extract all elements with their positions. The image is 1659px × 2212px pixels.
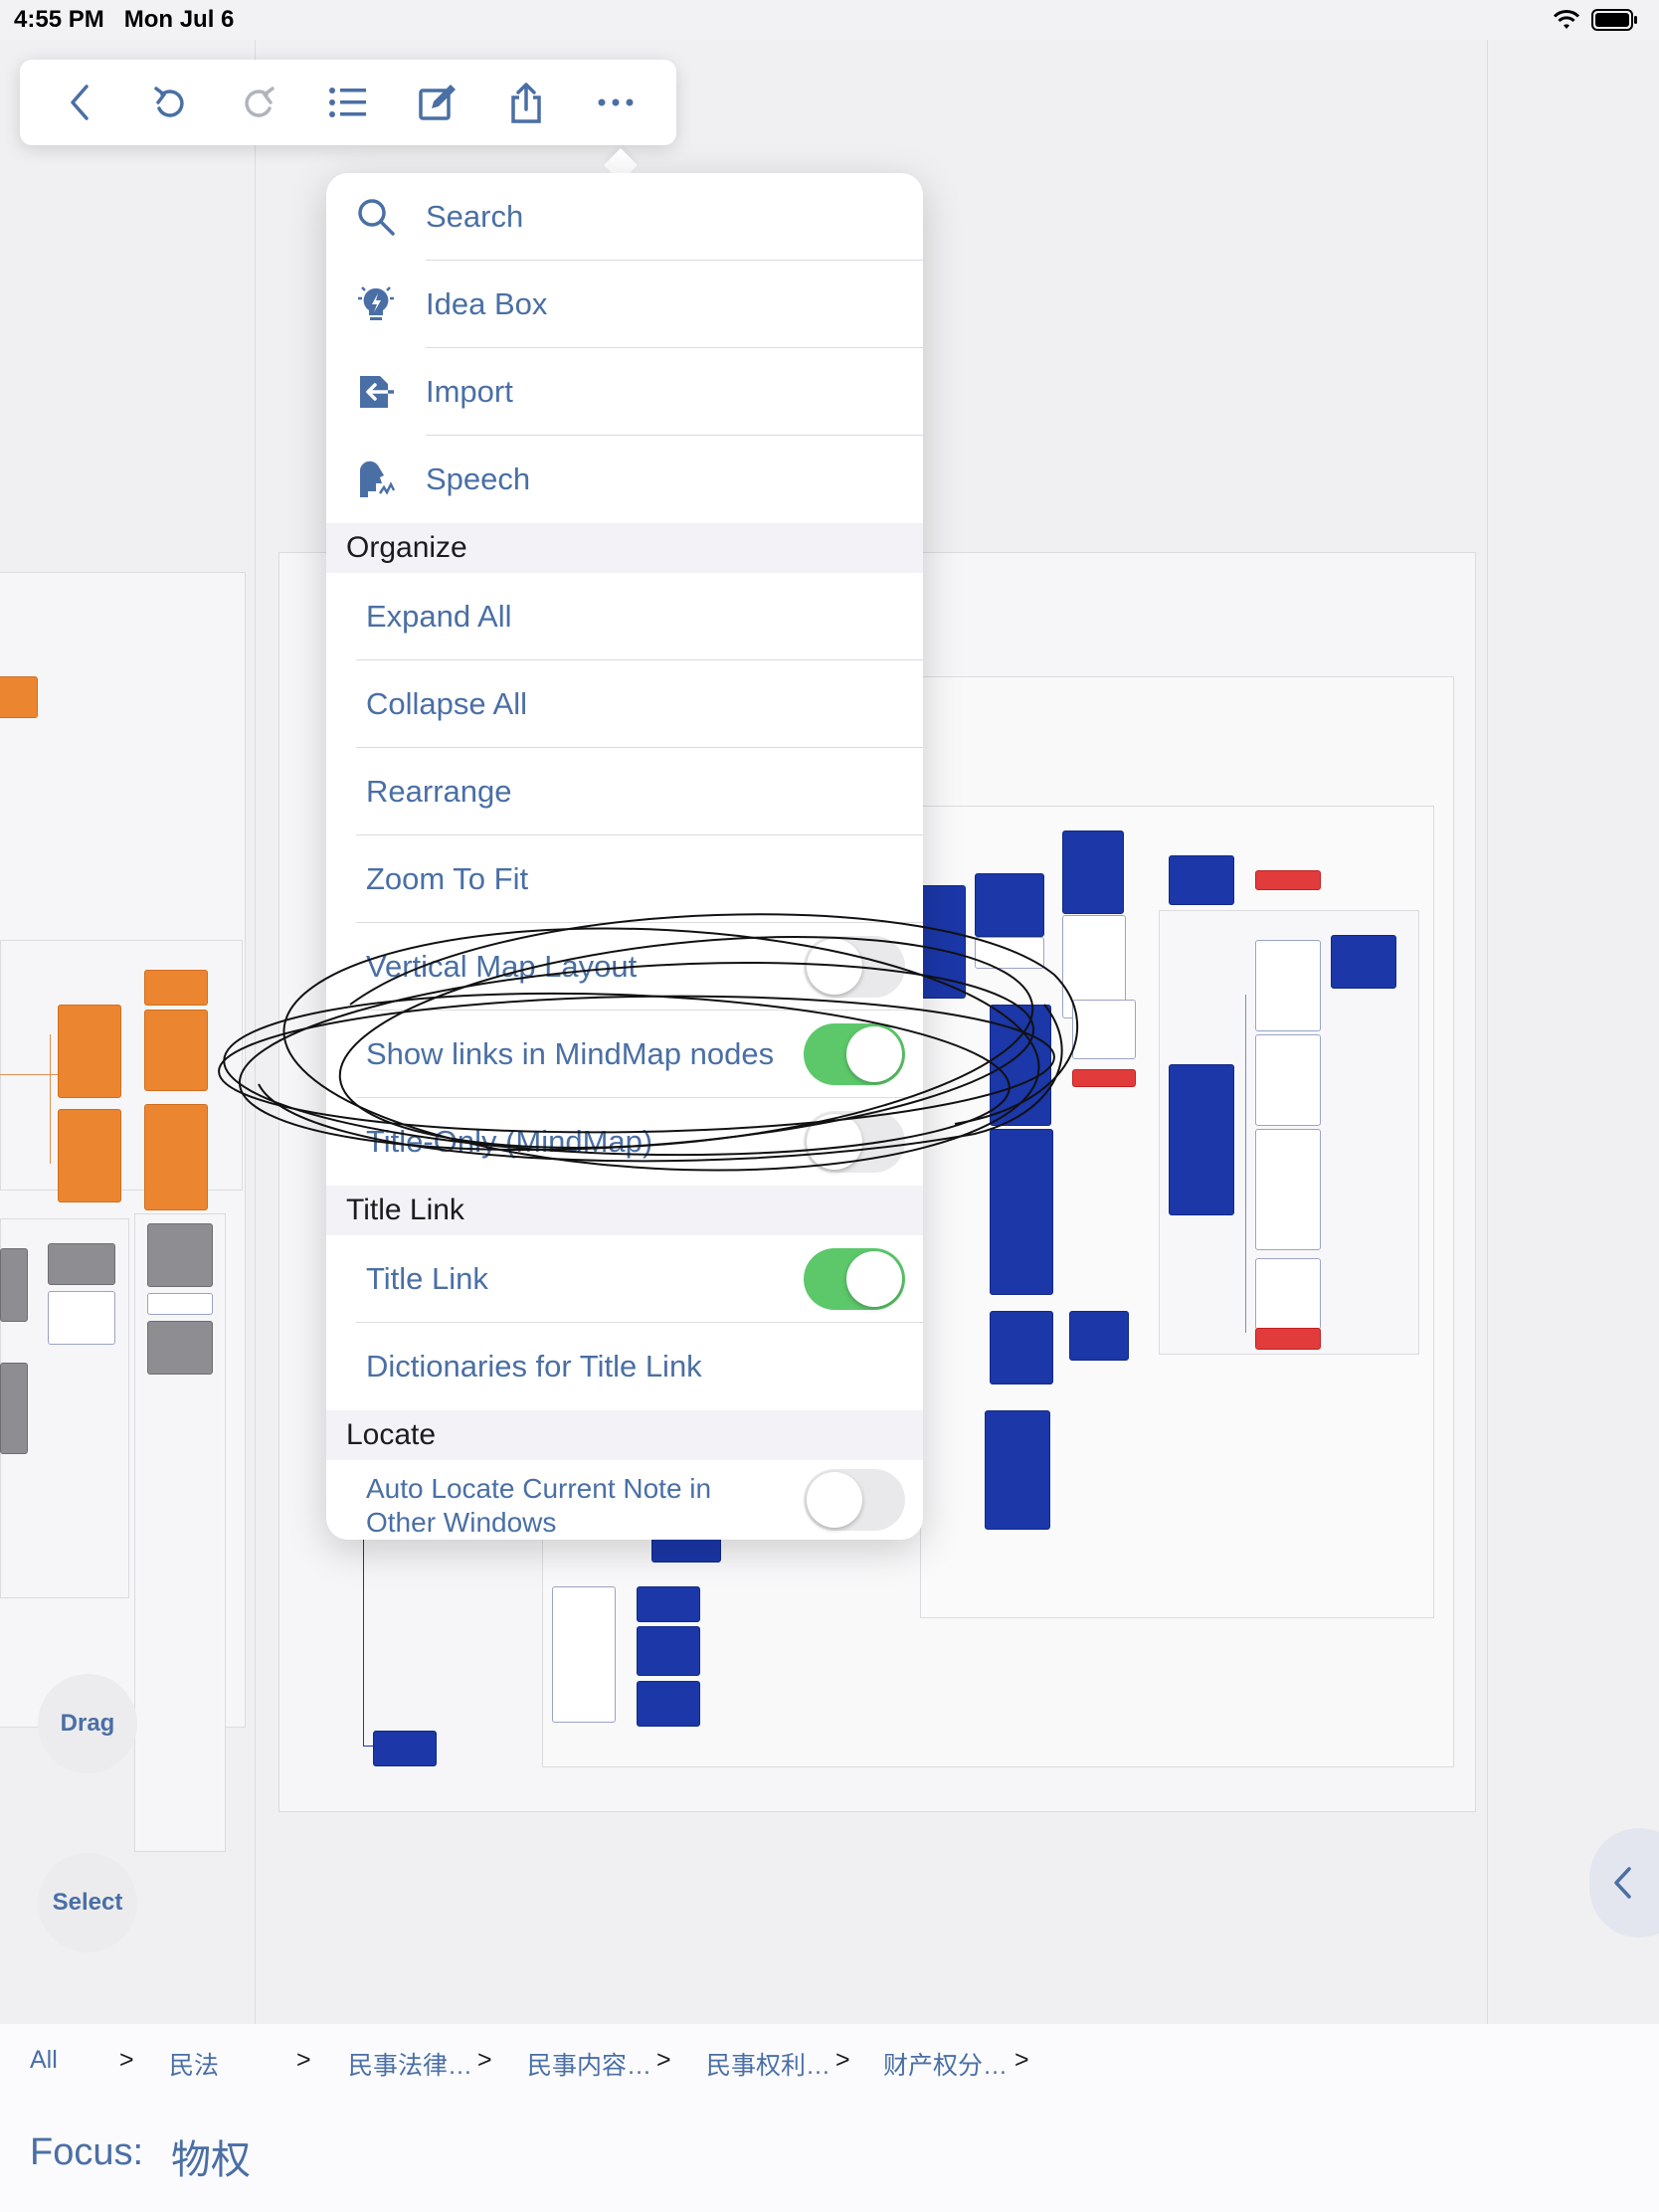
breadcrumb-separator: >: [835, 2046, 850, 2074]
chevron-left-icon: [1614, 1867, 1631, 1899]
select-button[interactable]: Select: [38, 1853, 137, 1952]
breadcrumb-item[interactable]: 财产权分…: [883, 2046, 1008, 2082]
breadcrumb-item[interactable]: 民法: [169, 2046, 219, 2082]
breadcrumb-item[interactable]: 民事内容…: [527, 2046, 651, 2082]
drag-button[interactable]: Drag: [38, 1674, 137, 1773]
breadcrumb-item[interactable]: 民事权利…: [706, 2046, 830, 2082]
bottom-bar: All > 民法 > 民事法律… > 民事内容… > 民事权利… > 财产权分……: [0, 2024, 1659, 2212]
breadcrumb-separator: >: [477, 2046, 492, 2074]
breadcrumb-separator: >: [1014, 2046, 1029, 2074]
focus-label: Focus:: [30, 2131, 144, 2173]
breadcrumb-separator: >: [296, 2046, 311, 2074]
breadcrumb-separator: >: [656, 2046, 671, 2074]
breadcrumb-separator: >: [119, 2046, 134, 2074]
breadcrumb-item[interactable]: 民事法律…: [348, 2046, 472, 2082]
breadcrumb-item[interactable]: All: [30, 2046, 58, 2075]
focus-value[interactable]: 物权: [171, 2127, 251, 2185]
scribble-annotation: [218, 913, 1079, 1172]
